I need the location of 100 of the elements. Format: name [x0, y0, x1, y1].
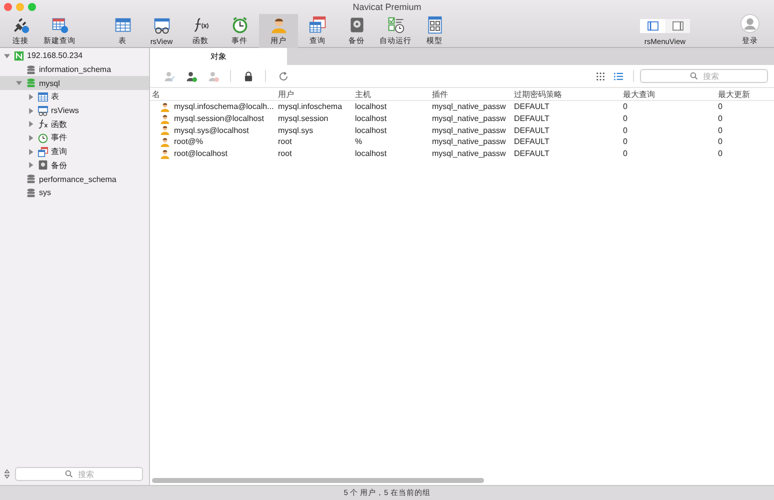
- maximize-icon[interactable]: [28, 3, 36, 11]
- grid-document-icon: [426, 16, 444, 34]
- lock-icon: [242, 70, 254, 82]
- table-plus-icon: [50, 16, 68, 34]
- table-cell: DEFAULT: [514, 126, 550, 135]
- plug-icon: [12, 16, 30, 34]
- sort-arrows-icon[interactable]: [4, 469, 10, 479]
- tree-item[interactable]: rsViews: [0, 104, 149, 118]
- database-icon: [26, 78, 36, 88]
- tree-item[interactable]: 表: [0, 90, 149, 104]
- clock-icon: [38, 132, 48, 143]
- table-calendar-icon: [38, 146, 48, 157]
- table-cell: mysql.session: [278, 114, 328, 124]
- function-icon: [38, 119, 48, 130]
- table-cell: root@%: [174, 137, 204, 146]
- server-icon: [14, 50, 24, 61]
- refresh-icon: [278, 70, 288, 82]
- table-cell: mysql_native_passw: [432, 102, 506, 112]
- table-cell: mysql_native_passw: [432, 114, 506, 124]
- checklist-clock-icon: [386, 16, 404, 34]
- table-cell: 0: [623, 102, 628, 112]
- collapsed-triangle-icon[interactable]: [28, 108, 34, 114]
- database-icon: [26, 64, 36, 75]
- table-cell: DEFAULT: [514, 149, 550, 158]
- table-cell: mysql_native_passw: [432, 137, 506, 146]
- user-icon: [160, 148, 170, 159]
- table-cell: localhost: [355, 102, 387, 112]
- database-icon: [26, 174, 36, 184]
- user-icon: [270, 16, 288, 34]
- column-header[interactable]: 用户: [276, 88, 353, 100]
- avatar-icon: [740, 14, 760, 33]
- collapsed-triangle-icon[interactable]: [28, 162, 34, 168]
- table-cell: DEFAULT: [514, 137, 550, 146]
- column-header[interactable]: 最大查询: [621, 88, 716, 100]
- table-cell: 0: [623, 114, 628, 124]
- tree-item[interactable]: sys: [0, 186, 149, 200]
- glasses-table-icon: [38, 106, 48, 116]
- left-panel-icon: [646, 21, 658, 31]
- scrollbar-thumb[interactable]: [152, 478, 484, 482]
- table-cell: mysql_native_passw: [432, 149, 506, 158]
- user-icon: [160, 114, 170, 124]
- tree-item[interactable]: 查询: [0, 144, 149, 158]
- tree-item[interactable]: information_schema: [0, 62, 149, 76]
- expanded-triangle-icon[interactable]: [4, 52, 10, 59]
- list-icon: [614, 72, 622, 80]
- table-cell: root: [278, 137, 292, 146]
- column-header[interactable]: 名: [150, 88, 276, 100]
- table-cell: 0: [718, 114, 722, 124]
- window-title: Navicat Premium: [352, 2, 422, 14]
- right-panel-icon: [672, 21, 684, 31]
- search-icon: [690, 72, 698, 80]
- tree-item[interactable]: 函数: [0, 117, 149, 132]
- search-field[interactable]: 搜索: [15, 467, 143, 481]
- tree-item[interactable]: 192.168.50.234: [0, 49, 149, 63]
- tree-item[interactable]: 事件: [0, 131, 149, 145]
- table-cell: 0: [718, 137, 722, 146]
- glasses-table-icon: [152, 17, 170, 35]
- table-cell: 0: [718, 149, 722, 158]
- collapsed-triangle-icon[interactable]: [28, 148, 34, 155]
- table-cell: DEFAULT: [514, 114, 550, 124]
- table-cell: 0: [623, 149, 628, 158]
- tree-item[interactable]: performance_schema: [0, 172, 149, 186]
- table-cell: localhost: [355, 149, 387, 158]
- collapsed-triangle-icon[interactable]: [28, 94, 34, 100]
- table-cell: root: [278, 149, 292, 158]
- search-field[interactable]: 搜索: [640, 69, 768, 83]
- table-cell: 0: [718, 102, 722, 112]
- column-header[interactable]: 主机: [353, 88, 430, 100]
- table-cell: 0: [718, 126, 722, 135]
- column-header[interactable]: 最大更新: [716, 88, 774, 100]
- table-cell: mysql.session@localhost: [174, 114, 264, 124]
- table-cell: localhost: [355, 114, 387, 124]
- layout-toggle-button[interactable]: [665, 19, 690, 33]
- table-cell: 0: [623, 137, 628, 146]
- alarm-clock-icon: [230, 16, 248, 34]
- database-icon: [26, 188, 36, 198]
- table-cell: root@localhost: [174, 149, 228, 158]
- table-cell: %: [355, 137, 362, 146]
- table-icon: [114, 16, 132, 34]
- collapsed-triangle-icon[interactable]: [28, 134, 34, 141]
- user-icon: [160, 102, 170, 112]
- collapsed-triangle-icon[interactable]: [28, 121, 34, 128]
- tree-item[interactable]: mysql: [0, 76, 149, 90]
- column-header[interactable]: 过期密码策略: [512, 88, 621, 100]
- search-icon: [65, 470, 73, 478]
- table-cell: mysql.sys@localhost: [174, 126, 249, 135]
- table-calendar-icon: [308, 16, 326, 34]
- user-icon: [160, 125, 170, 136]
- table-cell: mysql.sys: [278, 126, 314, 135]
- table-cell: 0: [623, 126, 628, 135]
- user-add-icon: [186, 70, 196, 82]
- close-icon[interactable]: [4, 3, 12, 11]
- table-cell: mysql.infoschema: [278, 102, 342, 112]
- expanded-triangle-icon[interactable]: [16, 80, 22, 86]
- tree-item[interactable]: 备份: [0, 158, 149, 172]
- table-cell: localhost: [355, 126, 387, 135]
- column-header[interactable]: 插件: [430, 88, 512, 100]
- user-edit-icon: [164, 70, 174, 82]
- table-cell: mysql.infoschema@localh...: [174, 102, 274, 112]
- user-remove-icon: [208, 70, 218, 82]
